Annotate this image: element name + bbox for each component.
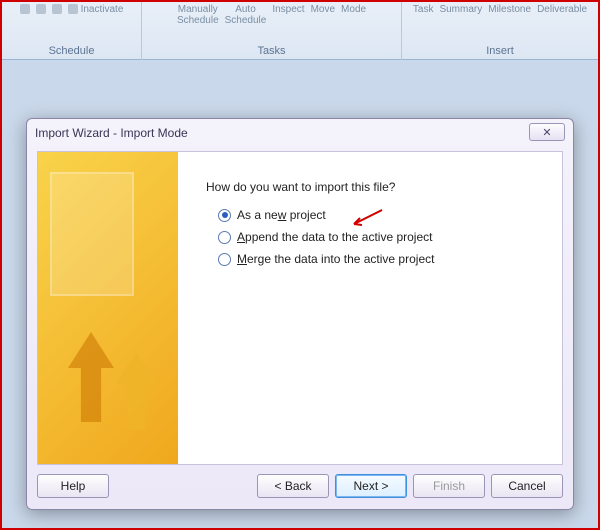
milestone-button[interactable]: Milestone (488, 4, 531, 15)
inactivate-label: Inactivate (81, 4, 124, 15)
ribbon-icons (20, 4, 30, 15)
ribbon-icons (52, 4, 62, 15)
finish-button: Finish (413, 474, 485, 498)
radio-icon (218, 209, 231, 222)
deliverable-button[interactable]: Deliverable (537, 4, 587, 15)
dialog-content: How do you want to import this file? As … (178, 152, 562, 464)
dialog-titlebar: Import Wizard - Import Mode ✕ (27, 119, 573, 147)
option-label: Append the data to the active project (237, 230, 432, 244)
close-icon: ✕ (542, 126, 551, 139)
ribbon-group-label: Insert (402, 45, 598, 57)
manually-schedule-button[interactable]: ManuallySchedule (177, 4, 219, 26)
option-new-project[interactable]: As a new project (218, 208, 542, 222)
next-button[interactable]: Next > (335, 474, 407, 498)
button-label: Help (61, 479, 86, 493)
task-button[interactable]: Task (413, 4, 434, 15)
ribbon-group-insert: Task Summary Milestone Deliverable Inser… (402, 2, 598, 60)
ribbon-icons (36, 4, 46, 15)
summary-button[interactable]: Summary (439, 4, 482, 15)
mode-button[interactable]: Mode (341, 4, 366, 15)
ribbon-group-label: Schedule (2, 45, 141, 57)
inactivate-icon (68, 4, 78, 14)
import-question: How do you want to import this file? (206, 180, 542, 194)
button-label: < Back (274, 479, 311, 493)
radio-icon (218, 253, 231, 266)
import-wizard-dialog: Import Wizard - Import Mode ✕ How do you… (26, 118, 574, 510)
help-button[interactable]: Help (37, 474, 109, 498)
inactivate-button[interactable]: Inactivate (68, 4, 124, 15)
dialog-body: How do you want to import this file? As … (37, 151, 563, 465)
dialog-title: Import Wizard - Import Mode (35, 126, 188, 140)
back-button[interactable]: < Back (257, 474, 329, 498)
dialog-button-row: Help < Back Next > Finish Cancel (37, 471, 563, 501)
option-append[interactable]: Append the data to the active project (218, 230, 542, 244)
ribbon-group-schedule: Inactivate Schedule (2, 2, 142, 60)
wizard-graphic (38, 152, 178, 464)
button-label: Next > (353, 479, 388, 493)
option-merge[interactable]: Merge the data into the active project (218, 252, 542, 266)
inspect-button[interactable]: Inspect (272, 4, 304, 15)
ribbon: Inactivate Schedule ManuallySchedule Aut… (2, 2, 598, 60)
move-button[interactable]: Move (311, 4, 335, 15)
close-button[interactable]: ✕ (529, 123, 565, 141)
option-label: Merge the data into the active project (237, 252, 434, 266)
auto-schedule-button[interactable]: AutoSchedule (225, 4, 267, 26)
button-label: Cancel (508, 479, 545, 493)
ribbon-group-label: Tasks (142, 45, 401, 57)
ribbon-group-tasks: ManuallySchedule AutoSchedule Inspect Mo… (142, 2, 402, 60)
cancel-button[interactable]: Cancel (491, 474, 563, 498)
button-label: Finish (433, 479, 465, 493)
radio-icon (218, 231, 231, 244)
option-label: As a new project (237, 208, 326, 222)
